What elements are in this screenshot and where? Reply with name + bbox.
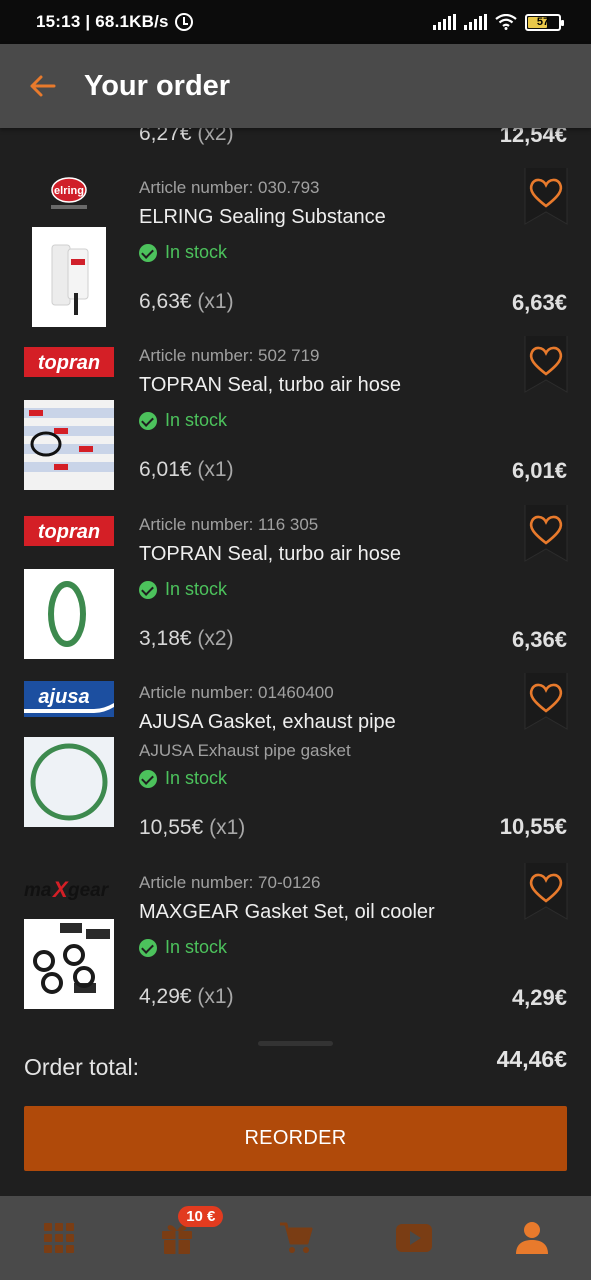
product-image[interactable] (24, 400, 114, 490)
grid-icon (44, 1223, 75, 1253)
video-icon (395, 1224, 432, 1252)
brand-logo-topran: topran (24, 344, 114, 380)
product-name[interactable]: ELRING Sealing Substance (139, 206, 386, 229)
bottom-nav: 10 € (0, 1196, 591, 1280)
svg-text:gear: gear (67, 880, 110, 901)
unit-price: 6,01€ (x1) (139, 458, 234, 481)
bonus-badge: 10 € (178, 1206, 224, 1227)
reorder-button[interactable]: REORDER (24, 1106, 567, 1171)
brand-logo-maxgear: ma Xgear (24, 871, 114, 907)
check-icon (139, 243, 157, 262)
list-item[interactable]: elring Article number: 030.793 ELRING Se… (0, 168, 591, 336)
article-number: Article number: 502 719 (139, 346, 320, 365)
favorite-button[interactable] (523, 673, 569, 733)
app-bar: Your order (0, 44, 591, 128)
brand-logo-topran: topran (24, 513, 114, 549)
unit-price: 3,18€ (x2) (139, 627, 234, 650)
order-total-label: Order total: (24, 1054, 140, 1080)
line-total: 6,63€ (511, 290, 567, 315)
line-total: 4,29€ (511, 985, 567, 1010)
check-icon (139, 411, 157, 430)
status-time: 15:13 | 68.1KB/s (36, 12, 169, 31)
check-icon (139, 938, 157, 957)
list-item[interactable]: topran Article number: 116 305 TOPRAN Se… (0, 505, 591, 673)
nav-cart[interactable] (236, 1196, 354, 1280)
svg-text:X: X (51, 877, 69, 902)
back-button[interactable] (26, 70, 58, 102)
battery-icon: 57 (525, 13, 564, 31)
scroll-indicator (258, 1041, 333, 1046)
check-icon (139, 580, 157, 599)
favorite-button[interactable] (523, 505, 569, 565)
nav-videos[interactable] (355, 1196, 473, 1280)
svg-text:topran: topran (38, 521, 100, 543)
favorite-button[interactable] (523, 863, 569, 923)
order-total-value: 44,46€ (496, 1046, 567, 1072)
heart-icon (524, 673, 568, 730)
product-image[interactable] (32, 227, 106, 327)
list-item[interactable]: ma Xgear Article number: 70-0126 MAXGEAR … (0, 863, 591, 1031)
stock-status: In stock (139, 579, 227, 600)
product-name[interactable]: MAXGEAR Gasket Set, oil cooler (139, 901, 435, 924)
article-number: Article number: 030.793 (139, 178, 320, 197)
product-image[interactable] (24, 737, 114, 827)
arrow-left-icon (30, 75, 56, 97)
unit-price: 6,27€ (x2) (139, 128, 234, 145)
heart-icon (524, 505, 568, 562)
unit-price: 4,29€ (x1) (139, 985, 234, 1008)
unit-price: 10,55€ (x1) (139, 816, 246, 839)
stock-status: In stock (139, 242, 227, 263)
signal-icon (433, 14, 456, 30)
nav-bonus[interactable]: 10 € (118, 1196, 236, 1280)
alarm-icon (174, 13, 193, 31)
line-total: 6,36€ (511, 627, 567, 652)
article-number: Article number: 70-0126 (139, 873, 321, 892)
svg-text:ma: ma (24, 880, 52, 901)
brand-logo-ajusa: ajusa (24, 681, 114, 717)
article-number: Article number: 116 305 (139, 515, 319, 534)
unit-price: 6,63€ (x1) (139, 290, 234, 313)
line-total: 12,54€ (499, 128, 567, 147)
svg-text:topran: topran (38, 352, 100, 374)
heart-icon (524, 336, 568, 393)
heart-icon (524, 863, 568, 920)
article-number: Article number: 01460400 (139, 683, 334, 702)
product-image[interactable] (24, 569, 114, 659)
heart-icon (524, 168, 568, 225)
favorite-button[interactable] (523, 168, 569, 228)
svg-text:ajusa: ajusa (38, 686, 89, 708)
stock-status: In stock (139, 410, 227, 431)
nav-profile[interactable] (473, 1196, 591, 1280)
list-item-partial: 6,27€ (x2) 12,54€ (0, 128, 591, 156)
page-title: Your order (84, 69, 231, 102)
product-subtitle: AJUSA Exhaust pipe gasket (139, 741, 351, 760)
stock-status: In stock (139, 768, 227, 789)
brand-logo-elring: elring (24, 176, 114, 212)
profile-icon (515, 1222, 548, 1254)
line-total: 10,55€ (499, 814, 567, 839)
line-total: 6,01€ (511, 458, 567, 483)
list-item[interactable]: topran Article number: 502 719 TOPRAN Se… (0, 336, 591, 504)
cart-icon (279, 1222, 312, 1253)
list-item[interactable]: ajusa Article number: 01460400 AJUSA Gas… (0, 673, 591, 863)
check-icon (139, 769, 157, 788)
product-image[interactable] (24, 919, 114, 1009)
favorite-button[interactable] (523, 336, 569, 396)
product-name[interactable]: TOPRAN Seal, turbo air hose (139, 543, 401, 566)
status-bar: 15:13 | 68.1KB/s 57 (0, 0, 591, 44)
nav-catalog[interactable] (0, 1196, 118, 1280)
stock-status: In stock (139, 937, 227, 958)
signal-icon-2 (464, 14, 487, 30)
order-items-list[interactable]: 6,27€ (x2) 12,54€ elring Article number:… (0, 128, 591, 1038)
product-name[interactable]: AJUSA Gasket, exhaust pipe (139, 711, 396, 734)
wifi-icon (495, 14, 517, 30)
product-name[interactable]: TOPRAN Seal, turbo air hose (139, 374, 401, 397)
svg-text:elring: elring (54, 185, 84, 197)
